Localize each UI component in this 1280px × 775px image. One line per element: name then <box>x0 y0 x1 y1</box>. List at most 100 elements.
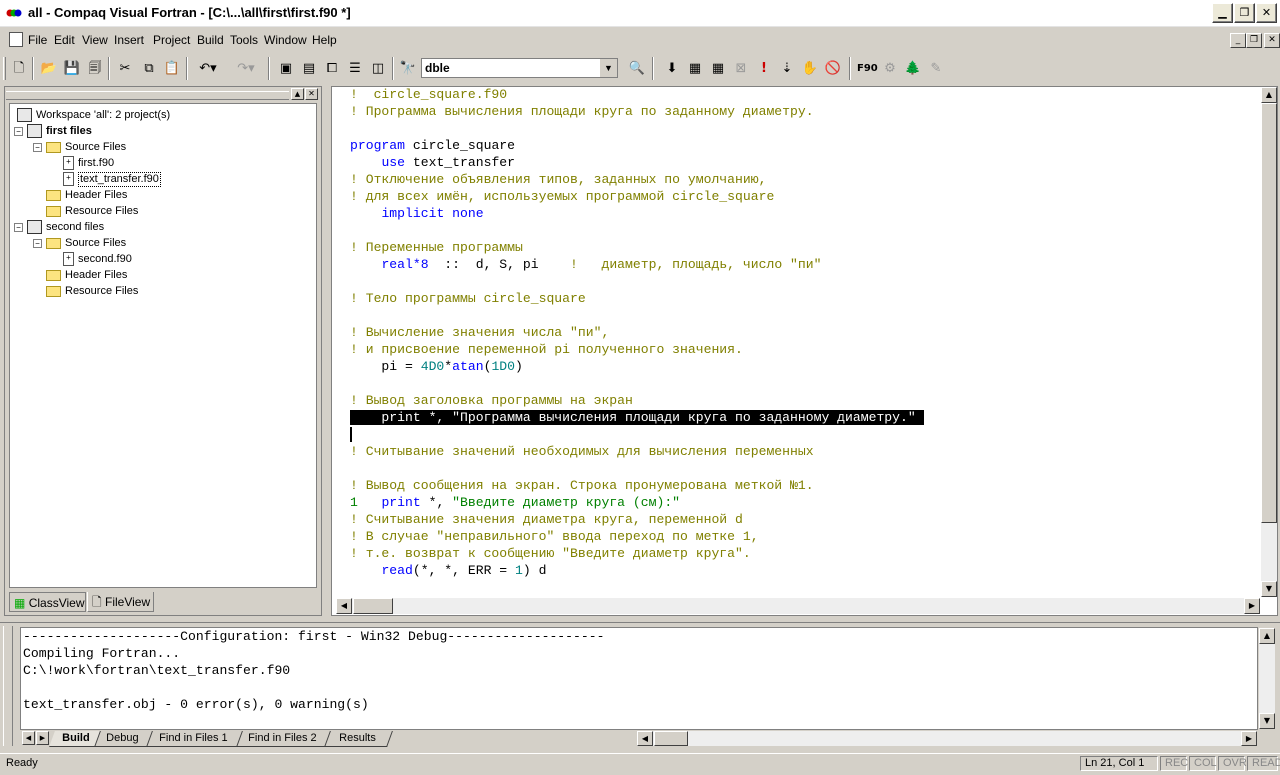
scroll-up-icon[interactable]: ▲ <box>1259 628 1275 644</box>
mdi-close-button[interactable]: ✕ <box>1264 33 1280 48</box>
workspace-grip[interactable] <box>6 91 289 100</box>
scroll-left-icon[interactable]: ◀ <box>637 731 653 746</box>
menu-insert[interactable]: Insert <box>114 33 144 47</box>
step-into-icon[interactable]: ⇣ <box>777 59 797 79</box>
mdi-minimize-button[interactable]: _ <box>1230 33 1246 48</box>
chevron-down-icon[interactable]: ▼ <box>599 59 617 77</box>
minimize-button[interactable]: ▁ <box>1212 3 1233 23</box>
remove-breakpoints-icon[interactable]: 🚫 <box>823 59 843 79</box>
workspace-window-icon[interactable]: ▣ <box>276 59 296 79</box>
output-horizontal-scrollbar[interactable]: ◀ ▶ <box>637 731 1257 746</box>
tab-fileview-label: FileView <box>105 595 151 609</box>
tree-item[interactable]: Header Files <box>14 187 170 203</box>
tree-icon[interactable]: 🌲 <box>903 59 923 79</box>
tree-item[interactable]: Resource Files <box>14 283 170 299</box>
output-vertical-scrollbar[interactable]: ▲ ▼ <box>1259 628 1275 729</box>
menu-file[interactable]: File <box>28 33 47 47</box>
tree-item[interactable]: − first files <box>14 123 170 139</box>
collapse-icon[interactable]: − <box>33 238 42 248</box>
scroll-right-icon[interactable]: ▶ <box>1241 731 1257 746</box>
mdi-restore-button[interactable]: ❐ <box>1246 33 1262 48</box>
code-line: implicit none <box>350 205 484 222</box>
undo-icon[interactable]: ↶▾ <box>193 59 223 79</box>
output-tab-debug[interactable]: Debug <box>93 731 153 747</box>
tree-item[interactable]: + first.f90 <box>14 155 170 171</box>
find-combo[interactable]: dble ▼ <box>421 58 618 78</box>
window-list-icon[interactable]: ⧠ <box>322 59 342 79</box>
output-tab-find-in-files-1[interactable]: Find in Files 1 <box>145 731 243 747</box>
paste-icon[interactable]: 📋 <box>162 59 182 79</box>
document-icon[interactable] <box>9 32 23 47</box>
hand-icon[interactable]: ✋ <box>800 59 820 79</box>
scroll-left-icon[interactable]: ◀ <box>336 598 352 614</box>
toolbar-separator <box>268 57 270 80</box>
tree-item[interactable]: − Source Files <box>14 139 170 155</box>
code-line: ! Считывание значений необходимых для вы… <box>350 443 814 460</box>
menu-tools[interactable]: Tools <box>230 33 258 47</box>
output-text[interactable]: --------------------Configuration: first… <box>20 627 1258 730</box>
workspace-close-button[interactable]: ✕ <box>305 88 318 100</box>
cut-icon[interactable]: ✂ <box>115 59 135 79</box>
open-folder-icon[interactable]: 📂 <box>39 59 59 79</box>
tab-scroll-left-icon[interactable]: ◀ <box>22 731 35 745</box>
tree-item[interactable]: Header Files <box>14 267 170 283</box>
status-position: Ln 21, Col 1 <box>1080 756 1158 771</box>
execute-icon[interactable]: ! <box>754 59 774 79</box>
tree-item[interactable]: + second.f90 <box>14 251 170 267</box>
menu-build[interactable]: Build <box>197 33 224 47</box>
menu-view[interactable]: View <box>82 33 108 47</box>
output-hscroll-thumb[interactable] <box>654 731 688 746</box>
close-button[interactable]: ✕ <box>1256 3 1277 23</box>
split-vertical-icon[interactable]: ◫ <box>368 59 388 79</box>
tree-item[interactable]: − Source Files <box>14 235 170 251</box>
new-text-file-icon[interactable]: 🗋 <box>9 59 29 79</box>
stop-build-icon[interactable]: ⊠ <box>731 59 751 79</box>
output-tab-results[interactable]: Results <box>323 731 393 747</box>
find-in-files-icon[interactable]: 🔭 <box>398 59 418 79</box>
search-icon[interactable]: 🔍 <box>627 59 647 79</box>
editor-vertical-scrollbar[interactable]: ▲ ▼ <box>1261 87 1277 597</box>
tab-fileview[interactable]: 🗋 FileView <box>87 592 154 612</box>
scroll-down-icon[interactable]: ▼ <box>1259 713 1275 729</box>
tree-item[interactable]: + text_transfer.f90 <box>14 171 170 187</box>
close-icon: ✕ <box>1261 6 1272 19</box>
copy-icon[interactable]: ⧉ <box>139 59 159 79</box>
tree-item[interactable]: Workspace 'all': 2 project(s) <box>14 107 170 123</box>
save-icon[interactable]: 💾 <box>62 59 82 79</box>
menu-project[interactable]: Project <box>153 33 190 47</box>
tab-scroll-right-icon[interactable]: ▶ <box>36 731 49 745</box>
code-token: (*, *, ERR = <box>412 563 516 578</box>
folder-icon <box>46 237 61 249</box>
output-window-icon[interactable]: ▤ <box>299 59 319 79</box>
scroll-up-icon[interactable]: ▲ <box>1261 87 1277 103</box>
editor-hscroll-thumb[interactable] <box>353 598 393 614</box>
collapse-icon[interactable]: − <box>14 222 23 232</box>
code-text[interactable]: ! circle_square.f90 ! Программа вычислени… <box>350 86 1258 598</box>
redo-icon[interactable]: ↷▾ <box>231 59 261 79</box>
collapse-icon[interactable]: − <box>33 142 42 152</box>
editor-vscroll-thumb[interactable] <box>1261 103 1277 523</box>
tool-pen-icon[interactable]: ✎ <box>926 59 946 79</box>
split-horizontal-icon[interactable]: ☰ <box>345 59 365 79</box>
save-all-icon[interactable]: 🗐 <box>85 59 105 79</box>
tab-classview[interactable]: ▦ ClassView <box>9 592 86 612</box>
code-token: implicit none <box>381 206 484 221</box>
build-icon[interactable]: ▦ <box>685 59 705 79</box>
restore-button[interactable]: ❐ <box>1234 3 1255 23</box>
f90-icon[interactable]: F90 <box>857 59 878 79</box>
collapse-icon[interactable]: − <box>14 126 23 136</box>
menu-edit[interactable]: Edit <box>54 33 75 47</box>
scroll-right-icon[interactable]: ▶ <box>1244 598 1260 614</box>
compile-icon[interactable]: ⬇ <box>662 59 682 79</box>
tree-item[interactable]: Resource Files <box>14 203 170 219</box>
output-grip[interactable] <box>3 626 13 746</box>
fortran-wizard-icon[interactable]: ⚙ <box>880 59 900 79</box>
editor-horizontal-scrollbar[interactable]: ◀ ▶ <box>336 598 1260 614</box>
workspace-maximize-button[interactable]: ▲ <box>291 88 304 100</box>
menu-window[interactable]: Window <box>264 33 307 47</box>
output-tab-find-in-files-2[interactable]: Find in Files 2 <box>235 731 331 747</box>
rebuild-all-icon[interactable]: ▦ <box>708 59 728 79</box>
menu-help[interactable]: Help <box>312 33 337 47</box>
tree-item[interactable]: − second files <box>14 219 170 235</box>
scroll-down-icon[interactable]: ▼ <box>1261 581 1277 597</box>
